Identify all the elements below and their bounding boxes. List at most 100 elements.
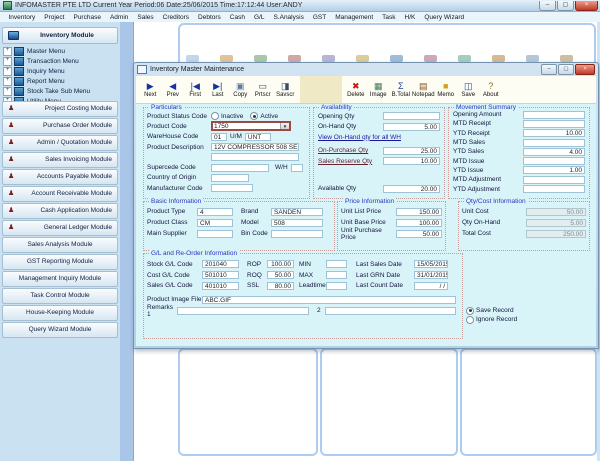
- basic-info-field[interactable]: SANDEN: [271, 208, 323, 216]
- module-button[interactable]: ♟ General Ledger Module: [2, 220, 118, 236]
- toolbar-button[interactable]: ▶| Last: [207, 76, 230, 103]
- price-field[interactable]: 100.00: [396, 219, 442, 227]
- gl-code-field[interactable]: 201040: [202, 260, 239, 268]
- inactive-radio[interactable]: [211, 112, 219, 120]
- uom-field[interactable]: UNT: [245, 133, 271, 141]
- menu-item[interactable]: Admin: [105, 14, 132, 21]
- expand-icon[interactable]: [3, 57, 12, 66]
- dialog-close-button[interactable]: ×: [575, 64, 595, 75]
- movement-value-field[interactable]: 1.00: [523, 166, 585, 174]
- basic-info-field[interactable]: 4: [197, 208, 233, 216]
- expand-icon[interactable]: [3, 67, 12, 76]
- minimize-button[interactable]: –: [539, 1, 556, 11]
- toolbar-button[interactable]: ◫ Save: [457, 76, 480, 103]
- expand-icon[interactable]: [3, 47, 12, 56]
- min-max-field[interactable]: [326, 282, 347, 290]
- menu-item[interactable]: Management: [331, 14, 378, 21]
- module-button[interactable]: ♟ Admin / Quotation Module: [2, 135, 118, 151]
- module-button[interactable]: ♟ Purchase Order Module: [2, 118, 118, 134]
- tree-item[interactable]: Transaction Menu: [3, 56, 118, 66]
- tree-item[interactable]: Report Menu: [3, 76, 118, 86]
- menu-item[interactable]: G/L: [249, 14, 268, 21]
- toolbar-button[interactable]: ✖ Delete: [345, 76, 368, 103]
- ignore-record-radio[interactable]: [466, 316, 474, 324]
- on-hand-qty-field[interactable]: 5.00: [383, 123, 440, 131]
- toolbar-button[interactable]: ◨ Savscr: [274, 76, 297, 103]
- sales-reserve-qty-field[interactable]: 10.00: [383, 157, 440, 165]
- min-max-field[interactable]: [326, 260, 347, 268]
- module-button[interactable]: Query Wizard Module: [2, 322, 118, 338]
- product-code-combo[interactable]: 1750: [211, 121, 291, 131]
- opening-qty-field[interactable]: [383, 112, 440, 120]
- basic-info-field[interactable]: 508: [271, 219, 323, 227]
- manufacturer-code-field[interactable]: [211, 184, 253, 192]
- basic-info-field[interactable]: [271, 230, 323, 238]
- toolbar-button[interactable]: Σ B.Total: [390, 76, 413, 103]
- toolbar-button[interactable]: ▭ Prtscr: [252, 76, 275, 103]
- supercede-code-field[interactable]: [211, 164, 269, 172]
- tree-item[interactable]: Master Menu: [3, 46, 118, 56]
- menu-item[interactable]: Sales: [133, 14, 158, 21]
- menu-item[interactable]: Cash: [225, 14, 249, 21]
- movement-value-field[interactable]: [523, 157, 585, 165]
- module-button[interactable]: ♟ Sales Invoicing Module: [2, 152, 118, 168]
- module-button[interactable]: Sales Analysis Module: [2, 237, 118, 253]
- basic-info-field[interactable]: [197, 230, 233, 238]
- basic-info-field[interactable]: CM: [197, 219, 233, 227]
- menu-item[interactable]: Inventory: [4, 14, 40, 21]
- menu-item[interactable]: GST: [308, 14, 330, 21]
- menu-item[interactable]: Query Wizard: [420, 14, 469, 21]
- remarks1-field[interactable]: [177, 307, 309, 315]
- module-button[interactable]: House-Keeping Module: [2, 305, 118, 321]
- toolbar-button[interactable]: ▶ Next: [139, 76, 162, 103]
- country-of-origin-field[interactable]: [211, 174, 249, 182]
- toolbar-button[interactable]: ? About: [480, 76, 503, 103]
- reorder-field[interactable]: 100.00: [267, 260, 294, 268]
- product-description-field[interactable]: 12V COMPRESSOR 508 SERIES: [211, 143, 299, 151]
- product-description-line2-field[interactable]: [211, 153, 299, 161]
- reorder-field[interactable]: 80.00: [267, 282, 294, 290]
- module-button[interactable]: ♟ Accounts Payable Module: [2, 169, 118, 185]
- dropdown-icon[interactable]: [280, 123, 289, 129]
- maximize-button[interactable]: ▢: [557, 1, 574, 11]
- date-field[interactable]: / /: [414, 282, 448, 290]
- toolbar-button[interactable]: |◀ First: [184, 76, 207, 103]
- dialog-minimize-button[interactable]: –: [541, 64, 557, 75]
- toolbar-button[interactable]: ▣ Copy: [229, 76, 252, 103]
- tree-item[interactable]: Stock Take Sub Menu: [3, 86, 118, 96]
- menu-item[interactable]: Task: [378, 14, 400, 21]
- close-button[interactable]: ×: [575, 1, 598, 11]
- price-field[interactable]: 50.00: [396, 230, 442, 238]
- menu-item[interactable]: Debtors: [194, 14, 226, 21]
- tree-item[interactable]: Inquiry Menu: [3, 66, 118, 76]
- movement-value-field[interactable]: 10.00: [523, 129, 585, 137]
- module-button[interactable]: ♟ Cash Application Module: [2, 203, 118, 219]
- on-purchase-qty-field[interactable]: 25.00: [383, 147, 440, 155]
- menu-item[interactable]: Project: [40, 14, 69, 21]
- save-record-radio[interactable]: [466, 307, 474, 315]
- module-button[interactable]: Management Inquiry Module: [2, 271, 118, 287]
- active-radio[interactable]: [250, 112, 258, 120]
- expand-icon[interactable]: [3, 77, 12, 86]
- gl-code-field[interactable]: 401010: [202, 282, 239, 290]
- date-field[interactable]: 31/01/2015: [414, 271, 448, 279]
- warehouse-code-field[interactable]: 01: [211, 133, 227, 141]
- reorder-field[interactable]: 50.00: [267, 271, 294, 279]
- module-button[interactable]: ♟ Project Costing Module: [2, 101, 118, 117]
- module-button[interactable]: ♟ Account Receivable Module: [2, 186, 118, 202]
- gl-code-field[interactable]: 501010: [202, 271, 239, 279]
- available-qty-field[interactable]: 20.00: [383, 185, 440, 193]
- view-on-hand-link[interactable]: View On-Hand qty for all WH: [318, 134, 401, 141]
- movement-value-field[interactable]: 4.00: [523, 148, 585, 156]
- movement-value-field[interactable]: [523, 185, 585, 193]
- expand-icon[interactable]: [3, 87, 12, 96]
- sidebar-header-inventory-module[interactable]: Inventory Module: [2, 27, 118, 44]
- menu-item[interactable]: Creditors: [158, 14, 193, 21]
- toolbar-button[interactable]: ◀ Prev: [162, 76, 185, 103]
- product-image-file-field[interactable]: ABC.GIF: [202, 296, 456, 304]
- module-button[interactable]: Task Control Module: [2, 288, 118, 304]
- wh-field[interactable]: [291, 164, 303, 172]
- date-field[interactable]: 15/05/2015: [414, 260, 448, 268]
- toolbar-button[interactable]: ■ Memo: [435, 76, 458, 103]
- dialog-maximize-button[interactable]: ▢: [558, 64, 574, 75]
